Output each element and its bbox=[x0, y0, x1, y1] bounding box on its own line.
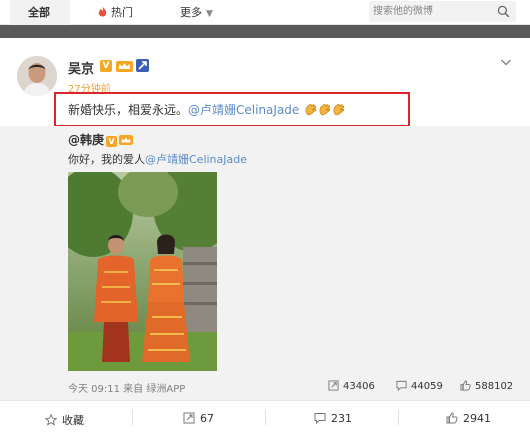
member-badge-icon bbox=[136, 59, 149, 72]
mention-link[interactable]: @卢靖姗CelinaJade bbox=[145, 153, 247, 166]
like-button[interactable]: 2941 bbox=[446, 412, 491, 425]
tab-more[interactable]: 更多 ▼ bbox=[180, 0, 213, 25]
favorite-label: 收藏 bbox=[62, 414, 84, 427]
verified-v-icon: V bbox=[100, 60, 112, 72]
comment-count-text: 44059 bbox=[411, 381, 443, 392]
clap-emoji-icon bbox=[305, 104, 317, 116]
avatar[interactable] bbox=[17, 56, 57, 96]
divider bbox=[132, 410, 133, 425]
vip-crown-icon bbox=[119, 135, 134, 145]
verified-v-icon: V bbox=[106, 136, 118, 147]
repost-author[interactable]: @韩庚 bbox=[68, 133, 104, 147]
share-icon bbox=[183, 412, 195, 424]
comment-icon bbox=[314, 413, 326, 425]
repost-body: 你好，我的爱人 bbox=[68, 153, 145, 166]
repost-count-text: 43406 bbox=[343, 381, 375, 392]
chevron-down-icon: ▼ bbox=[206, 9, 213, 19]
repost-button[interactable]: 67 bbox=[183, 412, 214, 425]
post-body: 新婚快乐，相爱永远。 bbox=[68, 103, 189, 117]
repost-like-count[interactable]: 588102 bbox=[460, 380, 513, 392]
repost-author-row: @韩庚 V bbox=[68, 131, 134, 148]
star-icon bbox=[44, 413, 58, 426]
profile-cover-strip bbox=[0, 25, 530, 38]
search-box bbox=[369, 1, 516, 22]
vip-crown-icon bbox=[116, 61, 133, 72]
chevron-down-icon[interactable] bbox=[500, 57, 512, 67]
comment-button[interactable]: 231 bbox=[314, 412, 352, 425]
post-action-bar: 收藏 67 231 2941 bbox=[0, 400, 530, 433]
repost-text: 你好，我的爱人@卢靖姗CelinaJade bbox=[68, 151, 247, 167]
mention-link[interactable]: @卢靖姗CelinaJade bbox=[188, 103, 299, 117]
tab-hot-label: 热门 bbox=[111, 6, 133, 19]
divider bbox=[265, 410, 266, 425]
repost-comment-count[interactable]: 44059 bbox=[396, 380, 443, 392]
tab-all[interactable]: 全部 bbox=[10, 0, 70, 25]
repost-meta: 今天 09:11 来自 绿洲APP bbox=[68, 384, 186, 395]
thumbs-up-icon bbox=[460, 380, 471, 391]
search-icon[interactable] bbox=[497, 5, 510, 18]
comment-count: 231 bbox=[331, 412, 352, 425]
fire-icon bbox=[98, 6, 107, 17]
clap-emoji-icon bbox=[319, 104, 331, 116]
favorite-button[interactable]: 收藏 bbox=[44, 412, 84, 428]
repost-forward-count[interactable]: 43406 bbox=[328, 380, 375, 392]
clap-emoji-icon bbox=[333, 104, 345, 116]
like-count-text: 588102 bbox=[475, 381, 514, 392]
repost-count: 67 bbox=[200, 412, 214, 425]
post-text: 新婚快乐，相爱永远。@卢靖姗CelinaJade bbox=[68, 101, 345, 118]
comment-icon bbox=[396, 380, 407, 392]
share-icon bbox=[328, 380, 339, 391]
author-name[interactable]: 吴京 bbox=[68, 58, 94, 77]
thumbs-up-icon bbox=[446, 412, 458, 424]
tab-more-label: 更多 bbox=[180, 6, 202, 19]
wedding-photo[interactable] bbox=[68, 172, 217, 371]
search-input[interactable] bbox=[373, 4, 491, 19]
top-nav: 全部 热门 更多 ▼ bbox=[0, 0, 530, 25]
tab-hot[interactable]: 热门 bbox=[97, 0, 133, 25]
divider bbox=[398, 410, 399, 425]
like-count: 2941 bbox=[463, 412, 491, 425]
